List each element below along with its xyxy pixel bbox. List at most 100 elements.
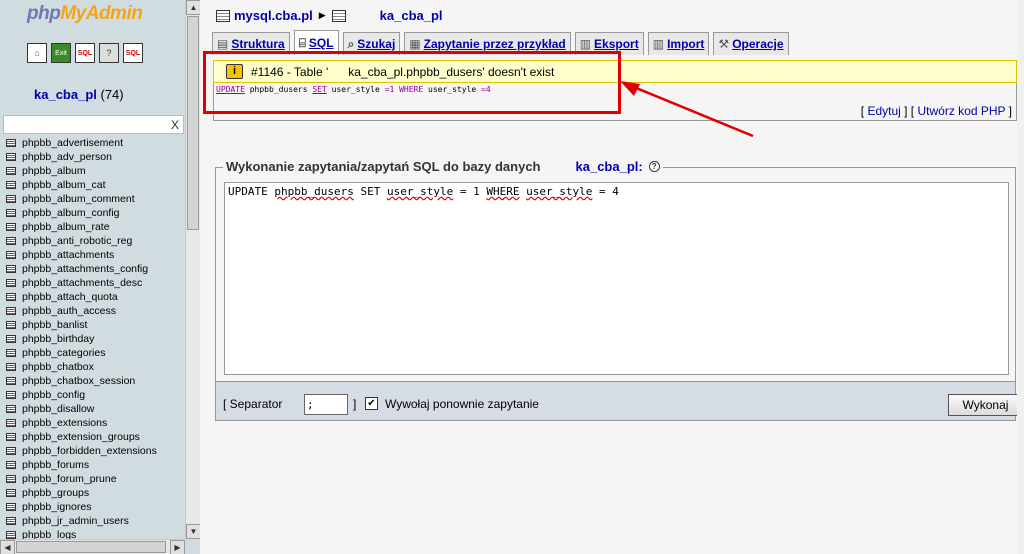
exit-icon[interactable]: Exit bbox=[51, 43, 71, 63]
table-icon[interactable] bbox=[6, 349, 16, 357]
edit-query-link[interactable]: Edytuj bbox=[867, 104, 900, 118]
table-icon[interactable] bbox=[6, 237, 16, 245]
table-icon[interactable] bbox=[6, 475, 16, 483]
table-list-item[interactable]: phpbb_anti_robotic_reg bbox=[6, 234, 157, 248]
table-icon[interactable] bbox=[6, 209, 16, 217]
table-link[interactable]: phpbb_banlist bbox=[22, 318, 87, 332]
tab-operacje[interactable]: ⚒ Operacje bbox=[713, 32, 789, 55]
table-icon[interactable] bbox=[6, 335, 16, 343]
table-icon[interactable] bbox=[6, 447, 16, 455]
table-link[interactable]: phpbb_ignores bbox=[22, 500, 91, 514]
table-icon[interactable] bbox=[6, 223, 16, 231]
tab-import[interactable]: ▥ Import bbox=[647, 32, 710, 55]
table-link[interactable]: phpbb_forum_prune bbox=[22, 472, 117, 486]
table-icon[interactable] bbox=[6, 461, 16, 469]
table-icon[interactable] bbox=[6, 307, 16, 315]
table-list-item[interactable]: phpbb_ignores bbox=[6, 500, 157, 514]
table-icon[interactable] bbox=[6, 419, 16, 427]
rerun-query-label[interactable]: Wywołaj ponownie zapytanie bbox=[385, 397, 539, 411]
table-link[interactable]: phpbb_config bbox=[22, 388, 85, 402]
table-list-item[interactable]: phpbb_forum_prune bbox=[6, 472, 157, 486]
help-icon[interactable]: ? bbox=[99, 43, 119, 63]
table-list-item[interactable]: phpbb_birthday bbox=[6, 332, 157, 346]
scroll-thumb-horizontal[interactable] bbox=[16, 541, 166, 553]
help-icon[interactable]: ? bbox=[648, 161, 660, 172]
table-list-item[interactable]: phpbb_categories bbox=[6, 346, 157, 360]
breadcrumb-database[interactable]: ka_cba_pl bbox=[380, 8, 443, 23]
table-icon[interactable] bbox=[6, 279, 16, 287]
table-icon[interactable] bbox=[6, 293, 16, 301]
scroll-up-icon[interactable]: ▲ bbox=[186, 0, 200, 15]
table-filter-input[interactable] bbox=[3, 115, 184, 134]
table-list-item[interactable]: phpbb_album_comment bbox=[6, 192, 157, 206]
table-icon[interactable] bbox=[6, 167, 16, 175]
sql-query-icon[interactable]: SQL bbox=[75, 43, 95, 63]
table-list-item[interactable]: phpbb_attach_quota bbox=[6, 290, 157, 304]
table-list-item[interactable]: phpbb_attachments bbox=[6, 248, 157, 262]
table-list-item[interactable]: phpbb_advertisement bbox=[6, 136, 157, 150]
sql-docs-icon[interactable]: SQL bbox=[123, 43, 143, 63]
table-list-item[interactable]: phpbb_attachments_desc bbox=[6, 276, 157, 290]
table-link[interactable]: phpbb_chatbox bbox=[22, 360, 94, 374]
table-link[interactable]: phpbb_album_config bbox=[22, 206, 120, 220]
table-icon[interactable] bbox=[6, 139, 16, 147]
table-link[interactable]: phpbb_extension_groups bbox=[22, 430, 140, 444]
table-list-item[interactable]: phpbb_forbidden_extensions bbox=[6, 444, 157, 458]
table-icon[interactable] bbox=[6, 153, 16, 161]
table-list-item[interactable]: phpbb_attachments_config bbox=[6, 262, 157, 276]
sql-query-textarea[interactable]: UPDATE phpbb_dusers SET user_style = 1 W… bbox=[224, 182, 1009, 375]
table-link[interactable]: phpbb_advertisement bbox=[22, 136, 123, 150]
table-link[interactable]: phpbb_attachments_config bbox=[22, 262, 148, 276]
table-list-item[interactable]: phpbb_album_cat bbox=[6, 178, 157, 192]
table-icon[interactable] bbox=[6, 181, 16, 189]
table-icon[interactable] bbox=[6, 377, 16, 385]
phpmyadmin-logo[interactable]: phpMyAdmin bbox=[27, 3, 143, 25]
scroll-left-icon[interactable]: ◀ bbox=[0, 540, 15, 554]
table-link[interactable]: phpbb_attach_quota bbox=[22, 290, 118, 304]
scroll-right-icon[interactable]: ▶ bbox=[170, 540, 185, 554]
table-list-item[interactable]: phpbb_chatbox bbox=[6, 360, 157, 374]
execute-button[interactable]: Wykonaj bbox=[948, 394, 1023, 416]
table-link[interactable]: phpbb_anti_robotic_reg bbox=[22, 234, 132, 248]
table-list-item[interactable]: phpbb_disallow bbox=[6, 402, 157, 416]
table-link[interactable]: phpbb_attachments_desc bbox=[22, 276, 142, 290]
rerun-query-checkbox[interactable]: ✔ bbox=[365, 397, 378, 410]
table-list-item[interactable]: phpbb_banlist bbox=[6, 318, 157, 332]
table-icon[interactable] bbox=[6, 321, 16, 329]
table-icon[interactable] bbox=[6, 363, 16, 371]
table-list-item[interactable]: phpbb_jr_admin_users bbox=[6, 514, 157, 528]
table-icon[interactable] bbox=[6, 489, 16, 497]
database-link[interactable]: ka_cba_pl bbox=[34, 87, 97, 102]
table-link[interactable]: phpbb_attachments bbox=[22, 248, 114, 262]
table-link[interactable]: phpbb_album_rate bbox=[22, 220, 110, 234]
table-link[interactable]: phpbb_disallow bbox=[22, 402, 94, 416]
table-list-item[interactable]: phpbb_album_rate bbox=[6, 220, 157, 234]
table-list-item[interactable]: phpbb_forums bbox=[6, 458, 157, 472]
table-list-item[interactable]: phpbb_extension_groups bbox=[6, 430, 157, 444]
table-list-item[interactable]: phpbb_chatbox_session bbox=[6, 374, 157, 388]
scroll-thumb[interactable] bbox=[187, 16, 199, 230]
table-link[interactable]: phpbb_jr_admin_users bbox=[22, 514, 129, 528]
table-link[interactable]: phpbb_album_comment bbox=[22, 192, 135, 206]
table-icon[interactable] bbox=[6, 433, 16, 441]
table-list-item[interactable]: phpbb_config bbox=[6, 388, 157, 402]
table-list-item[interactable]: phpbb_album bbox=[6, 164, 157, 178]
table-link[interactable]: phpbb_groups bbox=[22, 486, 89, 500]
table-link[interactable]: phpbb_album_cat bbox=[22, 178, 105, 192]
table-link[interactable]: phpbb_categories bbox=[22, 346, 105, 360]
table-link[interactable]: phpbb_forums bbox=[22, 458, 89, 472]
table-list-item[interactable]: phpbb_auth_access bbox=[6, 304, 157, 318]
horizontal-scrollbar[interactable]: ◀ ▶ bbox=[0, 539, 185, 554]
table-icon[interactable] bbox=[6, 265, 16, 273]
table-icon[interactable] bbox=[6, 391, 16, 399]
separator-input[interactable] bbox=[304, 394, 348, 415]
table-list-item[interactable]: phpbb_extensions bbox=[6, 416, 157, 430]
table-icon[interactable] bbox=[6, 503, 16, 511]
breadcrumb-server[interactable]: mysql.cba.pl bbox=[234, 8, 313, 23]
table-link[interactable]: phpbb_forbidden_extensions bbox=[22, 444, 157, 458]
table-link[interactable]: phpbb_auth_access bbox=[22, 304, 116, 318]
create-php-code-link[interactable]: Utwórz kod PHP bbox=[918, 104, 1006, 118]
table-link[interactable]: phpbb_extensions bbox=[22, 416, 107, 430]
scroll-down-icon[interactable]: ▼ bbox=[186, 524, 200, 539]
clear-filter-icon[interactable]: X bbox=[171, 118, 179, 132]
